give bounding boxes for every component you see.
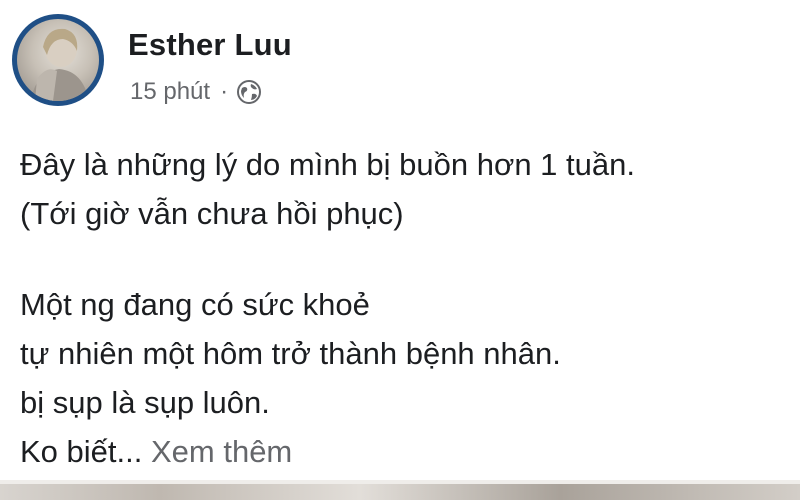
see-more-link[interactable]: Xem thêm bbox=[151, 434, 292, 469]
post-text: Đây là những lý do mình bị buồn hơn 1 tu… bbox=[20, 140, 790, 476]
post-text-line: tự nhiên một hôm trở thành bệnh nhân. bbox=[20, 336, 561, 371]
meta-separator: · bbox=[220, 78, 229, 105]
globe-icon[interactable] bbox=[236, 79, 262, 105]
author-name[interactable]: Esther Luu bbox=[128, 27, 292, 63]
avatar[interactable] bbox=[12, 14, 104, 106]
facebook-post: Esther Luu 15 phút · Đây là những lý do … bbox=[0, 0, 800, 480]
post-meta: 15 phút · bbox=[130, 78, 262, 106]
truncated-text: Ko biết... bbox=[20, 434, 143, 469]
post-text-line: Đây là những lý do mình bị buồn hơn 1 tu… bbox=[20, 147, 635, 182]
post-text-last-line: Ko biết... Xem thêm bbox=[20, 427, 790, 476]
post-text-line: (Tới giờ vẫn chưa hồi phục) bbox=[20, 196, 404, 231]
next-post-image-edge bbox=[0, 484, 800, 500]
post-text-line: bị sụp là sụp luôn. bbox=[20, 385, 270, 420]
profile-photo-icon bbox=[17, 19, 99, 101]
post-text-line: Một ng đang có sức khoẻ bbox=[20, 287, 370, 322]
post-timestamp[interactable]: 15 phút bbox=[130, 78, 210, 106]
